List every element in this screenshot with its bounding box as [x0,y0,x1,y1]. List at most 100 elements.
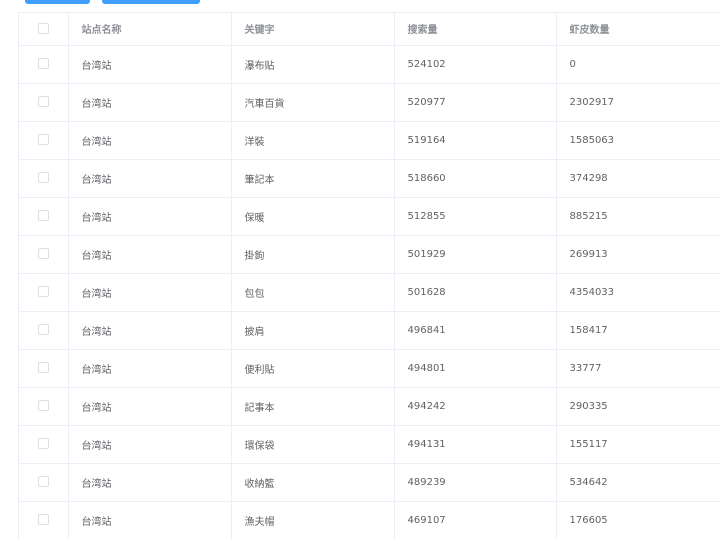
table-row[interactable]: 台湾站 掛鉤 501929 269913 [19,235,720,274]
cell-keyword: 瀑布贴 [231,45,395,84]
keyword-table: 站点名称 关键字 搜索量 虾皮数量 台湾站 瀑布贴 524102 0 台湾站 汽車百貨 52… [18,12,720,539]
cell-keyword: 便利貼 [231,349,395,388]
cell-search-volume: 496841 [394,311,557,350]
cell-keyword: 披肩 [231,311,395,350]
cell-search-volume: 501929 [394,235,557,274]
cell-keyword: 掛鉤 [231,235,395,274]
row-checkbox[interactable] [37,324,49,336]
cell-site-name: 台湾站 [68,197,232,236]
header-shopee-count[interactable]: 虾皮数量 [556,13,720,46]
row-select-cell[interactable] [19,45,69,84]
cell-keyword: 環保袋 [231,425,395,464]
table-row[interactable]: 台湾站 保暖 512855 885215 [19,197,720,236]
cell-search-volume: 520977 [394,83,557,122]
table-header-row: 站点名称 关键字 搜索量 虾皮数量 [19,13,720,46]
cell-site-name: 台湾站 [68,501,232,539]
row-select-cell[interactable] [19,501,69,539]
cell-shopee-count: 176605 [556,501,720,539]
cell-keyword: 汽車百貨 [231,83,395,122]
cell-shopee-count: 885215 [556,197,720,236]
row-select-cell[interactable] [19,83,69,122]
cell-site-name: 台湾站 [68,159,232,198]
table-row[interactable]: 台湾站 環保袋 494131 155117 [19,425,720,464]
table-row[interactable]: 台湾站 披肩 496841 158417 [19,311,720,350]
table-row[interactable]: 台湾站 汽車百貨 520977 2302917 [19,83,720,122]
cell-site-name: 台湾站 [68,121,232,160]
table-row[interactable]: 台湾站 洋裝 519164 1585063 [19,121,720,160]
cell-shopee-count: 0 [556,45,720,84]
cell-shopee-count: 158417 [556,311,720,350]
cell-site-name: 台湾站 [68,45,232,84]
row-select-cell[interactable] [19,349,69,388]
cell-search-volume: 494242 [394,387,557,426]
table-row[interactable]: 台湾站 收納籃 489239 534642 [19,463,720,502]
table-body: 台湾站 瀑布贴 524102 0 台湾站 汽車百貨 520977 2302917 台湾站 洋裝 51… [19,45,720,539]
select-all-checkbox[interactable] [37,23,49,34]
table-row[interactable]: 台湾站 便利貼 494801 33777 [19,349,720,388]
row-checkbox[interactable] [37,134,49,146]
row-checkbox[interactable] [37,438,49,450]
row-checkbox[interactable] [37,286,49,298]
cell-keyword: 保暖 [231,197,395,236]
cell-site-name: 台湾站 [68,235,232,274]
cell-search-volume: 524102 [394,45,557,84]
row-checkbox[interactable] [37,210,49,222]
cell-search-volume: 519164 [394,121,557,160]
row-select-cell[interactable] [19,235,69,274]
cell-shopee-count: 534642 [556,463,720,502]
toolbar-button-primary[interactable] [25,0,90,4]
toolbar-button-secondary[interactable] [102,0,200,4]
row-checkbox[interactable] [37,514,49,526]
cell-keyword: 筆記本 [231,159,395,198]
cell-site-name: 台湾站 [68,425,232,464]
row-select-cell[interactable] [19,273,69,312]
row-select-cell[interactable] [19,121,69,160]
table-row[interactable]: 台湾站 瀑布贴 524102 0 [19,45,720,84]
row-checkbox[interactable] [37,172,49,184]
row-select-cell[interactable] [19,387,69,426]
cell-keyword: 收納籃 [231,463,395,502]
header-site-name[interactable]: 站点名称 [68,13,232,46]
row-checkbox[interactable] [37,248,49,260]
row-select-cell[interactable] [19,197,69,236]
row-checkbox[interactable] [37,400,49,412]
cell-site-name: 台湾站 [68,83,232,122]
table-row[interactable]: 台湾站 筆記本 518660 374298 [19,159,720,198]
cell-keyword: 包包 [231,273,395,312]
cell-search-volume: 494131 [394,425,557,464]
cell-shopee-count: 4354033 [556,273,720,312]
cell-site-name: 台湾站 [68,387,232,426]
cell-keyword: 洋裝 [231,121,395,160]
cell-keyword: 漁夫帽 [231,501,395,539]
row-select-cell[interactable] [19,311,69,350]
table-row[interactable]: 台湾站 包包 501628 4354033 [19,273,720,312]
cell-keyword: 記事本 [231,387,395,426]
header-select-all[interactable] [19,13,69,46]
row-checkbox[interactable] [37,96,49,108]
row-select-cell[interactable] [19,159,69,198]
cell-shopee-count: 269913 [556,235,720,274]
cell-shopee-count: 155117 [556,425,720,464]
cell-shopee-count: 2302917 [556,83,720,122]
cell-site-name: 台湾站 [68,349,232,388]
cell-shopee-count: 1585063 [556,121,720,160]
row-select-cell[interactable] [19,463,69,502]
toolbar [0,0,720,12]
row-select-cell[interactable] [19,425,69,464]
table-row[interactable]: 台湾站 記事本 494242 290335 [19,387,720,426]
keyword-table-grid: 站点名称 关键字 搜索量 虾皮数量 台湾站 瀑布贴 524102 0 台湾站 汽車百貨 52… [19,13,720,539]
header-keyword[interactable]: 关键字 [231,13,395,46]
row-checkbox[interactable] [37,362,49,374]
table-row[interactable]: 台湾站 漁夫帽 469107 176605 [19,501,720,539]
cell-search-volume: 512855 [394,197,557,236]
cell-search-volume: 518660 [394,159,557,198]
cell-shopee-count: 374298 [556,159,720,198]
cell-search-volume: 494801 [394,349,557,388]
cell-shopee-count: 33777 [556,349,720,388]
header-search-volume[interactable]: 搜索量 [394,13,557,46]
cell-search-volume: 469107 [394,501,557,539]
row-checkbox[interactable] [37,476,49,488]
cell-site-name: 台湾站 [68,273,232,312]
cell-shopee-count: 290335 [556,387,720,426]
row-checkbox[interactable] [37,58,49,70]
